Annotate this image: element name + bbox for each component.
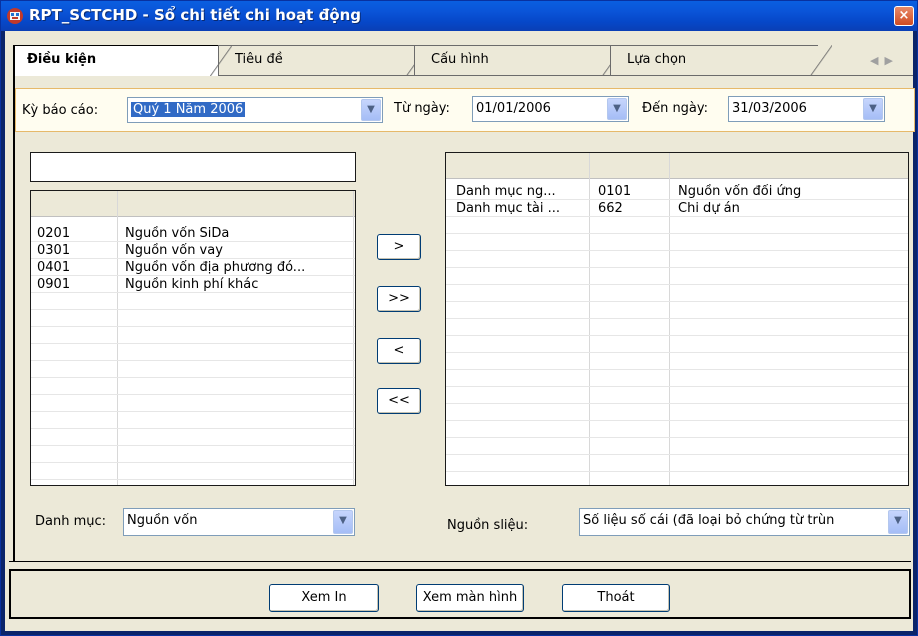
to-date-label: Đến ngày: bbox=[642, 101, 709, 116]
remove-all-button[interactable]: << bbox=[377, 388, 421, 414]
tab-label: Cấu hình bbox=[431, 52, 489, 67]
from-date-picker[interactable]: 01/01/2006 ▼ bbox=[472, 96, 629, 122]
list-item[interactable]: 0301 Nguồn vốn vay bbox=[31, 242, 355, 259]
list-item[interactable]: Danh mục tài ... 662 Chi dự án bbox=[446, 200, 908, 217]
from-date-label: Từ ngày: bbox=[394, 101, 450, 116]
client-area: Điều kiện Tiêu đề Cấu hình Lựa chọn ◀▶ K… bbox=[5, 31, 915, 631]
chevron-down-icon[interactable]: ▼ bbox=[863, 98, 883, 120]
category-value: Nguồn vốn bbox=[127, 513, 198, 528]
category-select[interactable]: Nguồn vốn ▼ bbox=[123, 508, 355, 536]
add-one-button[interactable]: > bbox=[377, 234, 421, 260]
to-date-value: 31/03/2006 bbox=[732, 101, 807, 116]
action-bar: Xem In Xem màn hình Thoát bbox=[9, 569, 911, 619]
app-window: RPT_SCTCHD - Sổ chi tiết chi hoạt động ×… bbox=[0, 0, 918, 636]
close-icon: × bbox=[898, 8, 910, 23]
tab-cau-hinh[interactable]: Cấu hình bbox=[414, 45, 624, 76]
screen-view-button[interactable]: Xem màn hình bbox=[416, 584, 524, 612]
filter-input[interactable] bbox=[30, 152, 356, 182]
title-bar[interactable]: RPT_SCTCHD - Sổ chi tiết chi hoạt động × bbox=[1, 1, 917, 31]
to-date-picker[interactable]: 31/03/2006 ▼ bbox=[728, 96, 885, 122]
chevron-down-icon[interactable]: ▼ bbox=[333, 510, 353, 534]
tab-strip: Điều kiện Tiêu đề Cấu hình Lựa chọn ◀▶ bbox=[13, 45, 913, 76]
list-header bbox=[31, 191, 355, 217]
period-value: Quý 1 Năm 2006 bbox=[131, 102, 246, 117]
list-header bbox=[446, 153, 908, 179]
chevron-down-icon[interactable]: ▼ bbox=[607, 98, 627, 120]
data-source-label: Nguồn sliệu: bbox=[447, 518, 529, 533]
remove-one-button[interactable]: < bbox=[377, 338, 421, 364]
print-preview-button[interactable]: Xem In bbox=[269, 584, 379, 612]
selected-items-list[interactable]: Danh mục ng... 0101 Nguồn vốn đối ứng Da… bbox=[445, 152, 909, 486]
tab-label: Điều kiện bbox=[27, 52, 97, 67]
conditions-panel: Kỳ báo cáo: Quý 1 Năm 2006 ▼ Từ ngày: 01… bbox=[15, 88, 915, 132]
divider bbox=[9, 561, 911, 562]
tab-page-dieu-kien: Kỳ báo cáo: Quý 1 Năm 2006 ▼ Từ ngày: 01… bbox=[13, 76, 915, 561]
data-source-select[interactable]: Số liệu sổ cái (đã loại bỏ chứng từ trùn… bbox=[579, 508, 910, 536]
tab-label: Lựa chọn bbox=[627, 52, 687, 67]
close-button[interactable]: × bbox=[894, 6, 914, 26]
chevron-down-icon[interactable]: ▼ bbox=[888, 510, 908, 534]
tab-scroll-arrows-icon[interactable]: ◀▶ bbox=[870, 54, 899, 67]
tab-label: Tiêu đề bbox=[235, 52, 283, 67]
data-source-value: Số liệu sổ cái (đã loại bỏ chứng từ trùn bbox=[583, 513, 835, 528]
exit-button[interactable]: Thoát bbox=[562, 584, 670, 612]
app-icon bbox=[7, 8, 23, 24]
period-label: Kỳ báo cáo: bbox=[22, 103, 99, 118]
category-label: Danh mục: bbox=[35, 514, 107, 529]
list-item[interactable]: Danh mục ng... 0101 Nguồn vốn đối ứng bbox=[446, 183, 908, 200]
list-item[interactable]: 0201 Nguồn vốn SiDa bbox=[31, 225, 355, 242]
tab-dieu-kien[interactable]: Điều kiện bbox=[13, 45, 232, 76]
available-items-list[interactable]: 0201 Nguồn vốn SiDa 0301 Nguồn vốn vay 0… bbox=[30, 190, 356, 486]
from-date-value: 01/01/2006 bbox=[476, 101, 551, 116]
list-item[interactable]: 0901 Nguồn kinh phí khác bbox=[31, 276, 355, 293]
tab-tieu-de[interactable]: Tiêu đề bbox=[218, 45, 428, 76]
tab-lua-chon[interactable]: Lựa chọn bbox=[610, 45, 832, 76]
period-select[interactable]: Quý 1 Năm 2006 ▼ bbox=[127, 97, 383, 123]
chevron-down-icon[interactable]: ▼ bbox=[361, 99, 381, 121]
add-all-button[interactable]: >> bbox=[377, 286, 421, 312]
list-item[interactable]: 0401 Nguồn vốn địa phương đó... bbox=[31, 259, 355, 276]
window-title: RPT_SCTCHD - Sổ chi tiết chi hoạt động bbox=[29, 6, 362, 24]
